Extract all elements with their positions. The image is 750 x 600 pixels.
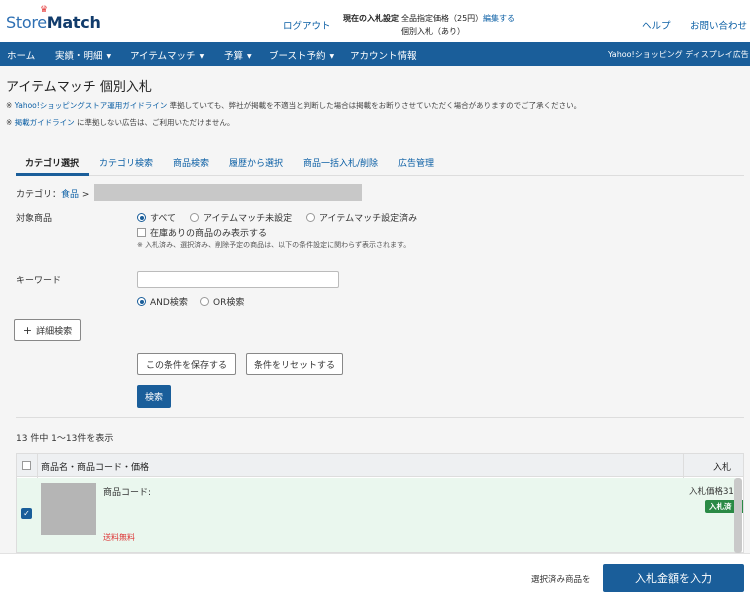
bid-setting-edit-link[interactable]: 編集する <box>483 13 515 24</box>
divider <box>16 417 744 418</box>
bid-price: 入札価格31 <box>689 487 734 497</box>
tab-bar: カテゴリ選択 カテゴリ検索 商品検索 履歴から選択 商品一括入札/削除 広告管理 <box>16 150 744 176</box>
nav-display-ads[interactable]: Yahoo!ショッピング ディスプレイ広告 <box>608 49 749 60</box>
bid-setting-label: 現在の入札設定 <box>343 14 399 23</box>
store-guideline-link[interactable]: Yahoo!ショッピングストア運用ガイドライン <box>15 101 168 110</box>
product-thumbnail <box>41 483 96 535</box>
tab-history[interactable]: 履歴から選択 <box>229 156 283 169</box>
nav-results[interactable]: 実績・明細 ▼ <box>55 48 111 62</box>
advanced-search-button[interactable]: + 詳細検索 <box>14 319 81 341</box>
category-food-link[interactable]: 食品 <box>61 190 79 200</box>
table-header: 商品名・商品コード・価格 入札 <box>17 454 743 477</box>
enter-bid-amount-button[interactable]: 入札金額を入力 <box>603 564 744 592</box>
caret-down-icon: ▼ <box>106 53 112 60</box>
page-title: アイテムマッチ 個別入札 <box>6 80 152 95</box>
save-conditions-button[interactable]: この条件を保存する <box>137 353 236 375</box>
radio-and-search[interactable]: AND検索 <box>137 295 188 308</box>
tab-category-search[interactable]: カテゴリ検索 <box>99 156 153 169</box>
radio-or-search[interactable]: OR検索 <box>200 295 244 308</box>
header: ♛ StoreMatch ログアウト 現在の入札設定 全品指定価格（25円） 編集… <box>0 0 750 42</box>
in-stock-checkbox[interactable]: 在庫ありの商品のみ表示する <box>137 226 267 239</box>
tab-category-select[interactable]: カテゴリ選択 <box>25 156 79 169</box>
free-shipping-label: 送料無料 <box>103 533 135 542</box>
target-products-label: 対象商品 <box>16 214 53 224</box>
contact-link[interactable]: お問い合わせ <box>690 18 747 32</box>
reset-conditions-button[interactable]: 条件をリセットする <box>246 353 343 375</box>
caret-down-icon: ▼ <box>247 53 252 60</box>
radio-not-set[interactable]: アイテムマッチ未設定 <box>190 211 292 224</box>
caret-down-icon: ▼ <box>199 53 205 60</box>
row-checkbox-checked[interactable]: ✓ <box>21 508 32 519</box>
col-product-name: 商品名・商品コード・価格 <box>41 463 150 473</box>
active-tab-indicator <box>16 173 89 176</box>
table-scrollbar[interactable] <box>734 478 742 553</box>
nav-itemmatch[interactable]: アイテムマッチ ▼ <box>130 48 204 62</box>
nav-budget[interactable]: 予算 ▼ <box>224 48 252 62</box>
radio-set[interactable]: アイテムマッチ設定済み <box>306 211 417 224</box>
product-code-label: 商品コード: <box>103 488 152 498</box>
redacted-category-path <box>94 184 362 201</box>
keyword-label: キーワード <box>16 276 62 286</box>
help-link[interactable]: ヘルプ <box>642 18 671 32</box>
tab-bulk-bid[interactable]: 商品一括入札/削除 <box>303 156 378 169</box>
plus-icon: + <box>22 323 33 337</box>
table-row[interactable]: ✓ 商品コード: 送料無料 入札価格31 入札済 <box>17 478 743 552</box>
nav-boost[interactable]: ブースト予約 ▼ <box>269 48 334 62</box>
notice-guideline: ※ Yahoo!ショッピングストア運用ガイドライン 準拠していても、弊社が掲載を… <box>6 101 582 110</box>
caret-down-icon: ▼ <box>329 53 335 60</box>
bid-setting-value: 全品指定価格（25円） <box>401 14 484 23</box>
storematch-logo[interactable]: ♛ StoreMatch <box>6 5 101 32</box>
main-nav: ホーム 実績・明細 ▼ アイテムマッチ ▼ 予算 ▼ ブースト予約 ▼ アカウント情報 … <box>0 42 750 66</box>
nav-home[interactable]: ホーム <box>7 48 35 62</box>
nav-account[interactable]: アカウント情報 <box>350 48 417 62</box>
logout-link[interactable]: ログアウト <box>283 18 331 32</box>
filter-hint: ※ 入札済み、選択済み、削除予定の商品は、以下の条件設定に関わらず表示されます。 <box>137 241 411 249</box>
tab-ad-management[interactable]: 広告管理 <box>398 156 434 169</box>
select-all-checkbox[interactable] <box>22 461 31 470</box>
product-table: 商品名・商品コード・価格 入札 ✓ 商品コード: 送料無料 入札価格31 入札済 <box>16 453 744 553</box>
selected-items-label: 選択済み商品を <box>531 575 591 585</box>
category-breadcrumb: カテゴリ：食品 > <box>16 190 90 200</box>
radio-all[interactable]: すべて <box>137 211 176 224</box>
crown-icon: ♛ <box>40 5 48 15</box>
bid-setting-individual: 個別入札（あり） <box>401 27 465 36</box>
action-footer: 選択済み商品を 入札金額を入力 <box>0 553 750 600</box>
tab-product-search[interactable]: 商品検索 <box>173 156 209 169</box>
search-button[interactable]: 検索 <box>137 385 171 408</box>
keyword-input[interactable] <box>137 271 339 288</box>
ad-guideline-link[interactable]: 掲載ガイドライン <box>15 118 75 127</box>
result-count: 13 件中 1〜13件を表示 <box>16 434 114 444</box>
col-bid: 入札 <box>713 463 732 473</box>
notice-ad-guideline: ※ 掲載ガイドライン に準拠しない広告は、ご利用いただけません。 <box>6 118 235 127</box>
